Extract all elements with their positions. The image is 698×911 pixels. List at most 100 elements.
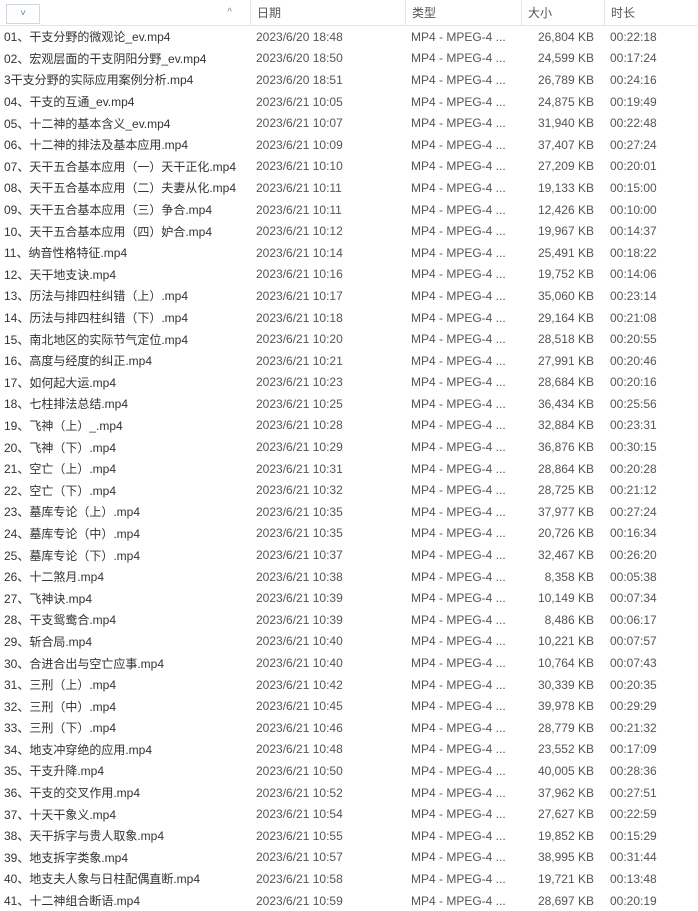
file-row[interactable]: 37、十天干象义.mp42023/6/21 10:54MP4 - MPEG-4 … [0,803,698,825]
file-row[interactable]: 21、空亡（上）.mp42023/6/21 10:31MP4 - MPEG-4 … [0,458,698,480]
file-name: 01、干支分野的微观论_ev.mp4 [0,28,250,45]
file-name: 13、历法与排四柱纠错（上）.mp4 [0,287,250,304]
file-type: MP4 - MPEG-4 ... [405,807,521,821]
file-row[interactable]: 20、飞神（下）.mp42023/6/21 10:29MP4 - MPEG-4 … [0,436,698,458]
file-size: 28,779 KB [521,721,604,735]
file-name: 30、合进合出与空亡应事.mp4 [0,655,250,672]
file-row[interactable]: 3干支分野的实际应用案例分析.mp42023/6/20 18:51MP4 - M… [0,69,698,91]
file-row[interactable]: 15、南北地区的实际节气定位.mp42023/6/21 10:20MP4 - M… [0,328,698,350]
file-type: MP4 - MPEG-4 ... [405,699,521,713]
column-header-date[interactable]: 日期 [250,0,405,25]
file-duration: 00:20:55 [604,332,698,346]
file-row[interactable]: 07、天干五合基本应用（一）天干正化.mp42023/6/21 10:10MP4… [0,156,698,178]
file-type: MP4 - MPEG-4 ... [405,462,521,476]
file-duration: 00:29:29 [604,699,698,713]
file-row[interactable]: 01、干支分野的微观论_ev.mp42023/6/20 18:48MP4 - M… [0,26,698,48]
file-type: MP4 - MPEG-4 ... [405,548,521,562]
file-type: MP4 - MPEG-4 ... [405,73,521,87]
file-duration: 00:17:09 [604,742,698,756]
name-filter-dropdown[interactable]: ˅ [6,4,40,24]
file-row[interactable]: 38、天干拆字与贵人取象.mp42023/6/21 10:55MP4 - MPE… [0,825,698,847]
file-row[interactable]: 36、干支的交叉作用.mp42023/6/21 10:52MP4 - MPEG-… [0,782,698,804]
file-name: 05、十二神的基本含义_ev.mp4 [0,115,250,132]
file-row[interactable]: 10、天干五合基本应用（四）妒合.mp42023/6/21 10:12MP4 -… [0,220,698,242]
file-row[interactable]: 40、地支夫人象与日柱配偶直断.mp42023/6/21 10:58MP4 - … [0,868,698,890]
file-name: 24、墓库专论（中）.mp4 [0,525,250,542]
file-row[interactable]: 28、干支鸳鸯合.mp42023/6/21 10:39MP4 - MPEG-4 … [0,609,698,631]
file-date: 2023/6/20 18:50 [250,51,405,65]
column-header-size[interactable]: 大小 [521,0,604,25]
file-row[interactable]: 35、干支升降.mp42023/6/21 10:50MP4 - MPEG-4 .… [0,760,698,782]
file-type: MP4 - MPEG-4 ... [405,829,521,843]
file-date: 2023/6/21 10:09 [250,138,405,152]
file-duration: 00:14:06 [604,267,698,281]
column-header-duration[interactable]: 时长 [604,0,698,25]
file-date: 2023/6/21 10:58 [250,872,405,886]
file-row[interactable]: 23、墓库专论（上）.mp42023/6/21 10:35MP4 - MPEG-… [0,501,698,523]
file-duration: 00:27:24 [604,138,698,152]
file-type: MP4 - MPEG-4 ... [405,440,521,454]
file-row[interactable]: 04、干支的互通_ev.mp42023/6/21 10:05MP4 - MPEG… [0,91,698,113]
column-header-type[interactable]: 类型 [405,0,521,25]
file-row[interactable]: 27、飞神诀.mp42023/6/21 10:39MP4 - MPEG-4 ..… [0,587,698,609]
file-duration: 00:20:46 [604,354,698,368]
file-row[interactable]: 33、三刑（下）.mp42023/6/21 10:46MP4 - MPEG-4 … [0,717,698,739]
file-row[interactable]: 39、地支拆字类象.mp42023/6/21 10:57MP4 - MPEG-4… [0,847,698,869]
file-row[interactable]: 24、墓库专论（中）.mp42023/6/21 10:35MP4 - MPEG-… [0,523,698,545]
file-size: 8,358 KB [521,570,604,584]
file-date: 2023/6/21 10:45 [250,699,405,713]
file-size: 40,005 KB [521,764,604,778]
file-row[interactable]: 13、历法与排四柱纠错（上）.mp42023/6/21 10:17MP4 - M… [0,285,698,307]
file-size: 32,884 KB [521,418,604,432]
file-row[interactable]: 26、十二煞月.mp42023/6/21 10:38MP4 - MPEG-4 .… [0,566,698,588]
file-row[interactable]: 30、合进合出与空亡应事.mp42023/6/21 10:40MP4 - MPE… [0,652,698,674]
file-row[interactable]: 25、墓库专论（下）.mp42023/6/21 10:37MP4 - MPEG-… [0,544,698,566]
file-date: 2023/6/21 10:35 [250,505,405,519]
file-name: 39、地支拆字类象.mp4 [0,849,250,866]
file-size: 20,726 KB [521,526,604,540]
file-duration: 00:22:18 [604,30,698,44]
file-duration: 00:07:57 [604,634,698,648]
file-name: 26、十二煞月.mp4 [0,568,250,585]
file-duration: 00:19:49 [604,95,698,109]
file-size: 10,149 KB [521,591,604,605]
file-row[interactable]: 12、天干地支诀.mp42023/6/21 10:16MP4 - MPEG-4 … [0,264,698,286]
file-row[interactable]: 34、地支冲穿绝的应用.mp42023/6/21 10:48MP4 - MPEG… [0,739,698,761]
file-row[interactable]: 22、空亡（下）.mp42023/6/21 10:32MP4 - MPEG-4 … [0,479,698,501]
file-duration: 00:16:34 [604,526,698,540]
file-type: MP4 - MPEG-4 ... [405,418,521,432]
file-row[interactable]: 08、天干五合基本应用（二）夫妻从化.mp42023/6/21 10:11MP4… [0,177,698,199]
file-size: 23,552 KB [521,742,604,756]
file-duration: 00:20:01 [604,159,698,173]
file-row[interactable]: 16、高度与经度的纠正.mp42023/6/21 10:21MP4 - MPEG… [0,350,698,372]
file-type: MP4 - MPEG-4 ... [405,397,521,411]
file-row[interactable]: 05、十二神的基本含义_ev.mp42023/6/21 10:07MP4 - M… [0,112,698,134]
file-name: 32、三刑（中）.mp4 [0,698,250,715]
file-name: 14、历法与排四柱纠错（下）.mp4 [0,309,250,326]
file-row[interactable]: 17、如何起大运.mp42023/6/21 10:23MP4 - MPEG-4 … [0,372,698,394]
file-size: 28,864 KB [521,462,604,476]
file-type: MP4 - MPEG-4 ... [405,138,521,152]
file-row[interactable]: 11、纳音性格特征.mp42023/6/21 10:14MP4 - MPEG-4… [0,242,698,264]
file-date: 2023/6/21 10:05 [250,95,405,109]
file-row[interactable]: 06、十二神的排法及基本应用.mp42023/6/21 10:09MP4 - M… [0,134,698,156]
file-duration: 00:17:24 [604,51,698,65]
column-header-name[interactable]: ˅ ^ [0,2,250,24]
file-row[interactable]: 32、三刑（中）.mp42023/6/21 10:45MP4 - MPEG-4 … [0,695,698,717]
file-date: 2023/6/21 10:11 [250,203,405,217]
file-row[interactable]: 19、飞神（上）_.mp42023/6/21 10:28MP4 - MPEG-4… [0,415,698,437]
file-type: MP4 - MPEG-4 ... [405,721,521,735]
file-row[interactable]: 14、历法与排四柱纠错（下）.mp42023/6/21 10:18MP4 - M… [0,307,698,329]
file-duration: 00:10:00 [604,203,698,217]
file-row[interactable]: 02、宏观层面的干支阴阳分野_ev.mp42023/6/20 18:50MP4 … [0,48,698,70]
file-row[interactable]: 31、三刑（上）.mp42023/6/21 10:42MP4 - MPEG-4 … [0,674,698,696]
file-row[interactable]: 41、十二神组合断语.mp42023/6/21 10:59MP4 - MPEG-… [0,890,698,911]
file-row[interactable]: 18、七柱排法总结.mp42023/6/21 10:25MP4 - MPEG-4… [0,393,698,415]
file-date: 2023/6/21 10:28 [250,418,405,432]
file-row[interactable]: 09、天干五合基本应用（三）争合.mp42023/6/21 10:11MP4 -… [0,199,698,221]
file-duration: 00:20:35 [604,678,698,692]
file-size: 27,991 KB [521,354,604,368]
file-duration: 00:21:08 [604,311,698,325]
file-row[interactable]: 29、斩合局.mp42023/6/21 10:40MP4 - MPEG-4 ..… [0,631,698,653]
file-date: 2023/6/21 10:07 [250,116,405,130]
